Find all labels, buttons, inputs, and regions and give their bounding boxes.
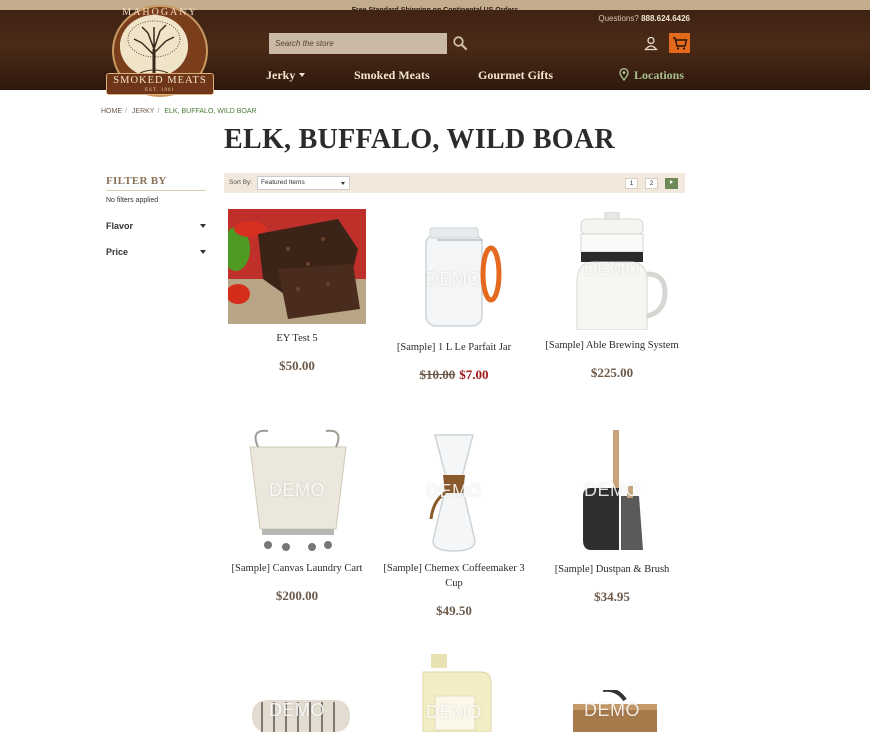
- product-name[interactable]: [Sample] Dustpan & Brush: [538, 562, 686, 577]
- cart-button[interactable]: [669, 33, 690, 53]
- demo-watermark: DEMO: [584, 259, 640, 280]
- product-card[interactable]: DEMO [Sample] Dustpan & Brush $34.95: [538, 430, 686, 605]
- breadcrumb-separator: /: [157, 108, 160, 115]
- product-name[interactable]: [Sample] Chemex Coffeemaker 3 Cup: [380, 561, 528, 591]
- sort-label: Sort By:: [229, 179, 253, 186]
- product-price: $50.00: [279, 358, 315, 373]
- product-card[interactable]: DEMO [Sample] 1 L Le Parfait Jar $10.00 $…: [380, 220, 528, 383]
- product-card[interactable]: DEMO [Sample] Chemex Coffeemaker 3 Cup $…: [380, 431, 528, 619]
- product-card[interactable]: DEMO [Sample] Able Brewing System $225.0…: [538, 211, 686, 381]
- breadcrumb-jerky[interactable]: JERKY: [132, 108, 155, 115]
- product-name[interactable]: [Sample] Able Brewing System: [538, 338, 686, 353]
- product-image[interactable]: DEMO: [543, 687, 681, 732]
- product-card[interactable]: DEMO: [223, 690, 371, 732]
- product-name[interactable]: EY Test 5: [223, 331, 371, 346]
- search-icon[interactable]: [452, 35, 468, 51]
- demo-watermark: DEMO: [269, 479, 325, 500]
- logo-name: SMOKED MEATS: [113, 75, 207, 86]
- facet-price-label: Price: [106, 247, 129, 257]
- nav-smoked-meats[interactable]: Smoked Meats: [354, 68, 430, 83]
- product-image[interactable]: DEMO: [385, 652, 523, 732]
- facet-price[interactable]: Price: [106, 247, 206, 257]
- chevron-down-icon: [200, 250, 206, 254]
- page-1-button[interactable]: 1: [625, 178, 638, 189]
- facet-flavor-label: Flavor: [106, 221, 134, 231]
- cart-icon: [673, 37, 688, 50]
- nav-jerky[interactable]: Jerky: [266, 68, 306, 83]
- product-price: $225.00: [590, 365, 634, 380]
- site-header: MAHOGANY SMOKED MEATS EST. 1961 Question…: [0, 5, 870, 97]
- breadcrumb-separator: /: [125, 108, 127, 115]
- filter-heading: FILTER BY: [106, 175, 206, 191]
- search-box: [269, 33, 447, 54]
- product-price: $49.50: [436, 603, 472, 618]
- chevron-down-icon: [341, 182, 345, 185]
- contact-phone[interactable]: 888.624.6426: [641, 14, 690, 23]
- search-input[interactable]: [269, 33, 447, 54]
- product-card[interactable]: DEMO: [380, 652, 528, 732]
- logo-tree-emblem: [120, 15, 188, 77]
- product-price: $200.00: [275, 588, 319, 603]
- product-card[interactable]: DEMO [Sample] Canvas Laundry Cart $200.0…: [223, 429, 371, 604]
- nav-jerky-label: Jerky: [266, 68, 296, 82]
- site-logo[interactable]: MAHOGANY SMOKED MEATS EST. 1961: [106, 5, 214, 109]
- product-price: $34.95: [594, 589, 630, 604]
- product-image[interactable]: DEMO: [385, 220, 523, 327]
- product-price: $10.00 $7.00: [380, 367, 528, 383]
- demo-watermark: DEMO: [584, 700, 640, 720]
- sort-selected-value: Featured Items: [261, 179, 305, 186]
- logo-est: EST. 1961: [144, 88, 176, 93]
- account-icon[interactable]: [643, 35, 659, 51]
- product-card[interactable]: DEMO: [538, 687, 686, 732]
- filter-status: No filters applied: [106, 197, 159, 204]
- product-image[interactable]: DEMO: [228, 690, 366, 732]
- location-pin-icon: [619, 68, 629, 82]
- chevron-right-icon: [670, 180, 673, 184]
- breadcrumb-home[interactable]: HOME: [101, 108, 122, 115]
- demo-watermark: DEMO: [269, 700, 325, 720]
- product-image[interactable]: DEMO: [228, 429, 366, 553]
- logo-top-text: MAHOGANY: [122, 7, 198, 18]
- product-image[interactable]: DEMO: [543, 430, 681, 552]
- nav-locations[interactable]: Locations: [619, 68, 684, 83]
- product-name[interactable]: [Sample] Canvas Laundry Cart: [223, 561, 371, 576]
- breadcrumb-current: ELK, BUFFALO, WILD BOAR: [164, 108, 257, 115]
- demo-watermark: DEMO: [426, 702, 482, 722]
- contact-label: Questions?: [598, 14, 639, 23]
- logo-name-banner: SMOKED MEATS EST. 1961: [106, 73, 214, 95]
- breadcrumb: HOME / JERKY / ELK, BUFFALO, WILD BOAR: [101, 108, 260, 115]
- next-page-button[interactable]: [665, 178, 678, 189]
- sort-bar: Sort By: Featured Items 1 2: [224, 173, 685, 193]
- contact-info: Questions? 888.624.6426: [598, 14, 690, 23]
- nav-gourmet-gifts[interactable]: Gourmet Gifts: [478, 68, 553, 83]
- product-name[interactable]: [Sample] 1 L Le Parfait Jar: [380, 340, 528, 355]
- product-image[interactable]: DEMO: [543, 211, 681, 331]
- product-sale-price: $7.00: [459, 367, 489, 382]
- demo-watermark: DEMO: [426, 481, 482, 502]
- product-card[interactable]: EY Test 5 $50.00: [222, 209, 371, 374]
- chevron-down-icon: [200, 224, 206, 228]
- demo-watermark: DEMO: [426, 269, 482, 290]
- page-2-button[interactable]: 2: [645, 178, 658, 189]
- chevron-down-icon: [299, 73, 306, 77]
- demo-watermark: DEMO: [584, 480, 640, 501]
- page-title: ELK, BUFFALO, WILD BOAR: [224, 124, 615, 155]
- product-image[interactable]: DEMO: [385, 431, 523, 553]
- nav-locations-label: Locations: [634, 68, 685, 82]
- sort-select[interactable]: Featured Items: [257, 176, 350, 190]
- product-image[interactable]: [222, 209, 366, 324]
- product-old-price: $10.00: [419, 367, 456, 382]
- facet-flavor[interactable]: Flavor: [106, 221, 206, 231]
